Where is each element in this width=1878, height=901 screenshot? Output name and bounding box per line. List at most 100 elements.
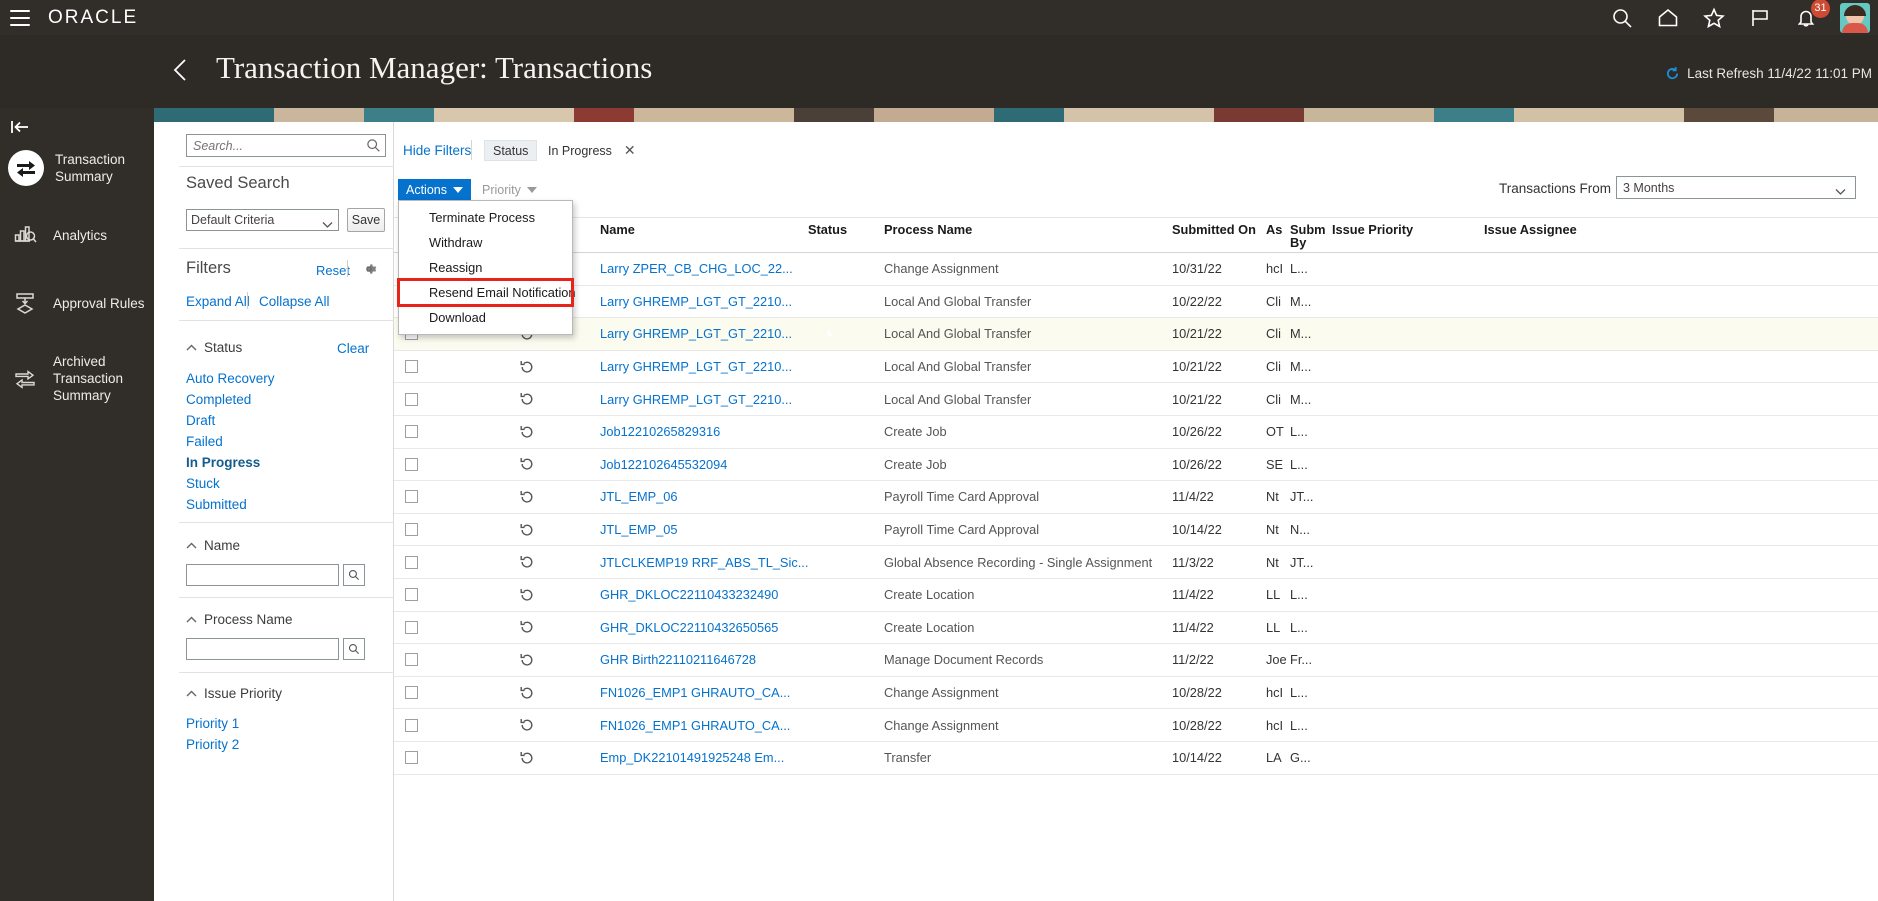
- status-option-in-progress[interactable]: In Progress: [186, 455, 260, 470]
- row-name-link[interactable]: GHR Birth22110211646728: [600, 652, 756, 667]
- row-checkbox[interactable]: [405, 360, 418, 374]
- row-checkbox[interactable]: [405, 490, 418, 504]
- undo-icon[interactable]: [519, 717, 535, 733]
- column-header-submitted-on[interactable]: Submitted On: [1172, 223, 1256, 236]
- column-header-as[interactable]: As: [1266, 223, 1282, 236]
- issue-priority-option-2[interactable]: Priority 2: [186, 737, 239, 752]
- undo-icon[interactable]: [519, 359, 535, 375]
- status-option-completed[interactable]: Completed: [186, 392, 251, 407]
- table-row[interactable]: JTL_EMP_06 Payroll Time Card Approval 11/4…: [394, 481, 1878, 514]
- status-option-draft[interactable]: Draft: [186, 413, 215, 428]
- sidebar-item-analytics[interactable]: Analytics: [0, 218, 154, 252]
- hamburger-icon[interactable]: [10, 9, 30, 26]
- remove-filter-chip-icon[interactable]: ✕: [624, 142, 636, 159]
- table-row[interactable]: Larry GHREMP_LGT_GT_2210... Local And Glo…: [394, 318, 1878, 351]
- table-row[interactable]: Job122102645532094 Create Job 10/26/22 SE L.…: [394, 449, 1878, 482]
- back-chevron-icon[interactable]: [168, 55, 194, 85]
- row-name-link[interactable]: FN1026_EMP1 GHRAUTO_CA...: [600, 685, 790, 700]
- notifications-bell-icon[interactable]: 31: [1794, 0, 1830, 30]
- status-option-submitted[interactable]: Submitted: [186, 497, 247, 512]
- table-row[interactable]: FN1026_EMP1 GHRAUTO_CA... Change Assignme…: [394, 709, 1878, 742]
- transactions-from-select[interactable]: 3 Months: [1616, 176, 1856, 199]
- issue-priority-option-1[interactable]: Priority 1: [186, 716, 239, 731]
- row-name-link[interactable]: GHR_DKLOC22110433232490: [600, 587, 778, 602]
- saved-search-select[interactable]: Default Criteria: [186, 209, 339, 231]
- row-checkbox[interactable]: [405, 523, 418, 537]
- hide-filters-link[interactable]: Hide Filters: [403, 143, 471, 158]
- undo-icon[interactable]: [519, 391, 535, 407]
- reset-filters-link[interactable]: Reset: [316, 263, 350, 278]
- user-avatar[interactable]: [1840, 2, 1870, 33]
- row-name-link[interactable]: Job122102645532094: [600, 457, 727, 472]
- row-name-link[interactable]: Larry GHREMP_LGT_GT_2210...: [600, 392, 792, 407]
- row-checkbox[interactable]: [405, 686, 418, 700]
- collapse-rail-icon[interactable]: [9, 117, 31, 137]
- favorites-star-icon[interactable]: [1702, 6, 1726, 30]
- row-checkbox[interactable]: [405, 653, 418, 667]
- row-checkbox[interactable]: [405, 392, 418, 406]
- menu-item-resend-email-notification[interactable]: Resend Email Notification: [397, 278, 576, 307]
- row-checkbox[interactable]: [405, 588, 418, 602]
- row-checkbox[interactable]: [405, 457, 418, 471]
- row-name-link[interactable]: FN1026_EMP1 GHRAUTO_CA...: [600, 718, 790, 733]
- undo-icon[interactable]: [519, 619, 535, 635]
- row-name-link[interactable]: JTLCLKEMP19 RRF_ABS_TL_Sic...: [600, 555, 808, 570]
- menu-item-terminate-process[interactable]: Terminate Process: [399, 205, 572, 230]
- clear-status-filter-link[interactable]: Clear: [337, 341, 369, 356]
- status-option-stuck[interactable]: Stuck: [186, 476, 220, 491]
- filter-group-process-name[interactable]: Process Name: [186, 612, 293, 627]
- undo-icon[interactable]: [519, 554, 535, 570]
- column-header-issue-assignee[interactable]: Issue Assignee: [1484, 223, 1577, 236]
- actions-button[interactable]: Actions: [398, 179, 471, 200]
- menu-item-reassign[interactable]: Reassign: [399, 255, 572, 280]
- search-input[interactable]: [186, 134, 386, 157]
- column-header-status[interactable]: Status: [808, 223, 847, 236]
- column-header-name[interactable]: Name: [600, 223, 635, 236]
- table-row[interactable]: GHR_DKLOC22110433232490 Create Location 11…: [394, 579, 1878, 612]
- search-icon[interactable]: [366, 138, 381, 153]
- sidebar-item-archived-transaction-summary[interactable]: Archived Transaction Summary: [0, 353, 154, 404]
- column-header-subm-by[interactable]: Subm By: [1290, 223, 1326, 249]
- refresh-icon[interactable]: [1665, 66, 1680, 81]
- table-row[interactable]: JTLCLKEMP19 RRF_ABS_TL_Sic... Global Abse…: [394, 546, 1878, 579]
- table-row[interactable]: Larry GHREMP_LGT_GT_2210... Local And Glo…: [394, 351, 1878, 384]
- filter-group-status[interactable]: Status: [186, 340, 242, 355]
- filter-group-name[interactable]: Name: [186, 538, 240, 553]
- search-icon[interactable]: [1610, 6, 1634, 30]
- undo-icon[interactable]: [519, 489, 535, 505]
- sidebar-item-approval-rules[interactable]: Approval Rules: [0, 286, 154, 320]
- undo-icon[interactable]: [519, 424, 535, 440]
- priority-button[interactable]: Priority: [478, 179, 541, 200]
- table-row[interactable]: GHR_DKLOC22110432650565 Create Location 11…: [394, 612, 1878, 645]
- process-name-filter-search-icon[interactable]: [343, 638, 365, 660]
- menu-item-download[interactable]: Download: [399, 305, 572, 330]
- row-name-link[interactable]: Larry ZPER_CB_CHG_LOC_22...: [600, 261, 793, 276]
- row-name-link[interactable]: Larry GHREMP_LGT_GT_2210...: [600, 326, 792, 341]
- save-button[interactable]: Save: [347, 208, 385, 232]
- undo-icon[interactable]: [519, 652, 535, 668]
- table-row[interactable]: FN1026_EMP1 GHRAUTO_CA... Change Assignme…: [394, 677, 1878, 710]
- table-row[interactable]: Larry GHREMP_LGT_GT_2210... Local And Glo…: [394, 286, 1878, 319]
- sidebar-item-transaction-summary[interactable]: Transaction Summary: [0, 150, 154, 186]
- undo-icon[interactable]: [519, 685, 535, 701]
- status-option-failed[interactable]: Failed: [186, 434, 223, 449]
- process-name-filter-input[interactable]: [186, 638, 339, 660]
- row-name-link[interactable]: GHR_DKLOC22110432650565: [600, 620, 778, 635]
- table-row[interactable]: JTL_EMP_05 Payroll Time Card Approval 10/1…: [394, 514, 1878, 547]
- menu-item-withdraw[interactable]: Withdraw: [399, 230, 572, 255]
- filter-group-issue-priority[interactable]: Issue Priority: [186, 686, 282, 701]
- row-name-link[interactable]: JTL_EMP_05: [600, 522, 678, 537]
- row-name-link[interactable]: Job12210265829316: [600, 424, 720, 439]
- column-header-process-name[interactable]: Process Name: [884, 223, 972, 236]
- home-icon[interactable]: [1656, 6, 1680, 30]
- row-name-link[interactable]: JTL_EMP_06: [600, 489, 678, 504]
- table-row[interactable]: Larry ZPER_CB_CHG_LOC_22... Change Assign…: [394, 253, 1878, 286]
- flag-icon[interactable]: [1748, 6, 1772, 30]
- table-row[interactable]: Emp_DK22101491925248 Em... Transfer 10/14/…: [394, 742, 1878, 775]
- undo-icon[interactable]: [519, 456, 535, 472]
- collapse-all-link[interactable]: Collapse All: [259, 294, 330, 309]
- status-option-auto-recovery[interactable]: Auto Recovery: [186, 371, 275, 386]
- row-name-link[interactable]: Larry GHREMP_LGT_GT_2210...: [600, 359, 792, 374]
- row-checkbox[interactable]: [405, 718, 418, 732]
- name-filter-search-icon[interactable]: [343, 564, 365, 586]
